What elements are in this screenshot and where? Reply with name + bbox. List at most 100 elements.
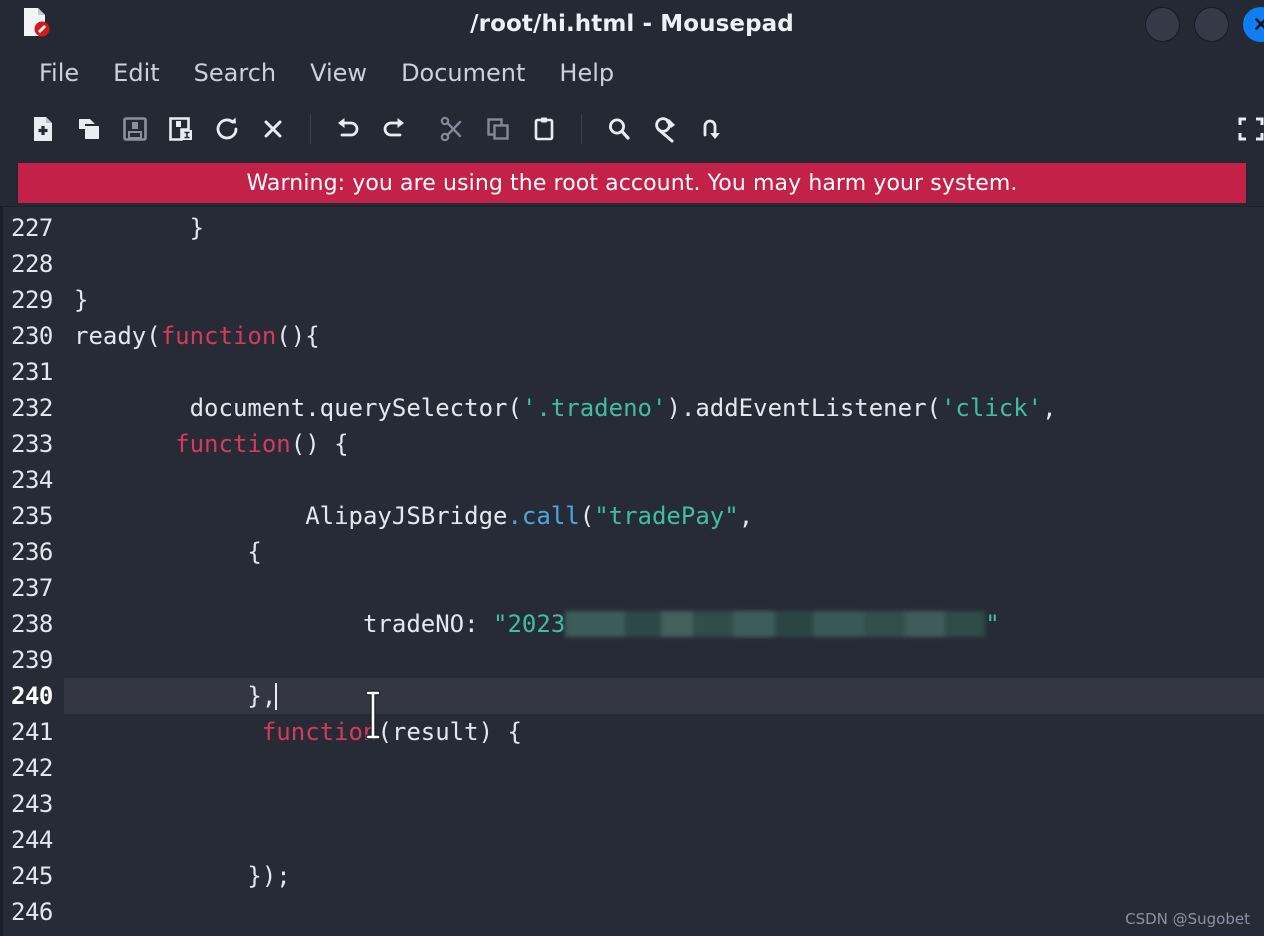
code-token: '.tradeno'	[521, 394, 667, 422]
code-token: document.querySelector(	[74, 394, 522, 422]
code-line[interactable]: document.querySelector('.tradeno').addEv…	[64, 390, 1264, 426]
line-number: 227	[11, 214, 53, 242]
code-line[interactable]	[64, 822, 1264, 858]
code-line[interactable]: {	[64, 534, 1264, 570]
line-number: 228	[11, 250, 53, 278]
root-account-warning-banner: Warning: you are using the root account.…	[18, 163, 1246, 203]
code-line[interactable]: function(result) {	[64, 714, 1264, 750]
menu-search[interactable]: Search	[177, 57, 293, 89]
code-line[interactable]: }	[64, 210, 1264, 246]
toolbar-separator-2	[581, 114, 582, 144]
warning-banner-container: Warning: you are using the root account.…	[0, 160, 1264, 206]
fullscreen-button[interactable]	[1228, 106, 1264, 152]
code-token: }	[74, 286, 89, 314]
code-token: 'click'	[940, 394, 1043, 422]
line-number-gutter: 227 228 229 230 231 232 233 234 235 236 237 238 239 2…	[0, 207, 64, 936]
code-line[interactable]: tradeNO: "2023 "	[64, 606, 1264, 642]
code-token: function	[175, 430, 291, 458]
menu-file[interactable]: File	[22, 57, 96, 89]
new-file-button[interactable]	[20, 106, 66, 152]
code-line[interactable]: ready(function(){	[64, 318, 1264, 354]
save-as-icon	[167, 115, 195, 143]
line-number: 238	[11, 610, 53, 638]
code-line[interactable]	[64, 786, 1264, 822]
menu-document[interactable]: Document	[384, 57, 542, 89]
code-line[interactable]: AlipayJSBridge.call("tradePay",	[64, 498, 1264, 534]
find-replace-button[interactable]	[642, 106, 688, 152]
redo-button[interactable]	[371, 106, 417, 152]
save-as-button[interactable]	[158, 106, 204, 152]
code-text-area[interactable]: }} ready(function(){ document.querySelect…	[64, 207, 1264, 936]
line-number: 245	[11, 862, 53, 890]
menu-help[interactable]: Help	[542, 57, 631, 89]
line-number: 231	[11, 358, 53, 386]
code-token: ).addEventListener(	[666, 394, 941, 422]
code-token: () {	[290, 430, 349, 458]
code-token: "tradePay"	[594, 502, 739, 530]
line-number: 230	[11, 322, 53, 350]
undo-button[interactable]	[325, 106, 371, 152]
cut-button[interactable]	[429, 106, 475, 152]
paste-button[interactable]	[521, 106, 567, 152]
toolbar	[0, 98, 1264, 160]
menu-edit[interactable]: Edit	[96, 57, 176, 89]
toolbar-separator-1	[310, 114, 311, 144]
code-line[interactable]: });	[64, 858, 1264, 894]
code-token: AlipayJSBridge	[74, 502, 508, 530]
editor-area[interactable]: 227 228 229 230 231 232 233 234 235 236 237 238 239 2…	[0, 206, 1264, 936]
code-line[interactable]: function() {	[64, 426, 1264, 462]
code-token: }	[74, 214, 205, 242]
find-button[interactable]	[596, 106, 642, 152]
minimize-button[interactable]	[1145, 6, 1180, 42]
line-number: 242	[11, 754, 53, 782]
reload-button[interactable]	[204, 106, 250, 152]
line-number: 243	[11, 790, 53, 818]
line-number: 236	[11, 538, 53, 566]
code-line[interactable]	[64, 246, 1264, 282]
code-token: function	[261, 718, 378, 746]
copy-button[interactable]	[475, 106, 521, 152]
code-token: ,	[1042, 394, 1057, 422]
code-line[interactable]: }	[64, 282, 1264, 318]
menu-bar: File Edit Search View Document Help	[0, 48, 1264, 98]
title-bar: /root/hi.html - Mousepad	[0, 0, 1264, 48]
code-line[interactable]	[64, 570, 1264, 606]
maximize-button[interactable]	[1194, 6, 1229, 42]
copy-pages-icon	[484, 115, 512, 143]
window-title: /root/hi.html - Mousepad	[470, 11, 794, 37]
line-number: 229	[11, 286, 53, 314]
new-document-icon	[29, 115, 57, 143]
find-replace-icon	[650, 115, 680, 143]
open-file-button[interactable]	[66, 106, 112, 152]
line-number: 241	[11, 718, 53, 746]
undo-arrow-icon	[333, 115, 363, 143]
code-token: ready(	[74, 322, 161, 350]
code-token: tradeNO:	[74, 610, 494, 638]
open-folder-icon	[75, 115, 103, 143]
code-token: });	[74, 862, 291, 890]
fullscreen-corners-icon	[1236, 115, 1264, 143]
close-document-button[interactable]	[250, 106, 296, 152]
menu-view[interactable]: View	[293, 57, 384, 89]
save-button[interactable]	[112, 106, 158, 152]
code-token: (){	[276, 322, 320, 350]
code-token: (	[579, 502, 595, 530]
code-line[interactable]: },	[64, 678, 1264, 714]
code-line[interactable]	[64, 750, 1264, 786]
line-number: 232	[11, 394, 53, 422]
code-token: ,	[738, 502, 754, 530]
mousepad-window: /root/hi.html - Mousepad File Edit Searc…	[0, 0, 1264, 936]
line-number: 234	[11, 466, 53, 494]
scissors-icon	[438, 115, 466, 143]
code-line[interactable]	[64, 894, 1264, 930]
goto-line-arrow-icon	[697, 115, 725, 143]
line-number: 237	[11, 574, 53, 602]
close-button[interactable]	[1243, 6, 1264, 42]
redo-arrow-icon	[379, 115, 409, 143]
code-line[interactable]	[64, 462, 1264, 498]
goto-line-button[interactable]	[688, 106, 734, 152]
code-line[interactable]	[64, 642, 1264, 678]
code-line[interactable]	[64, 354, 1264, 390]
